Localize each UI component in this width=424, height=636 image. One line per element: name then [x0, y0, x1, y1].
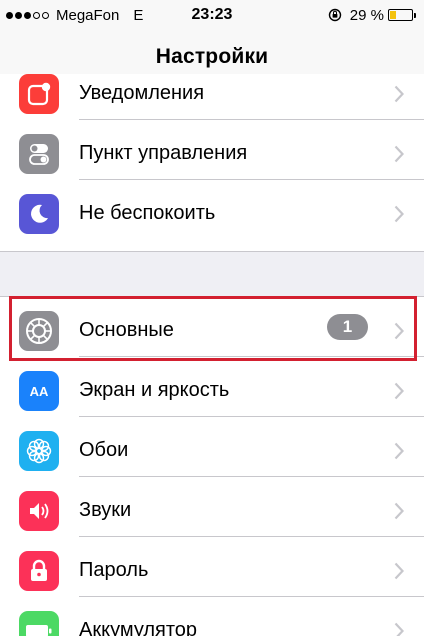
settings-row-label: Основные [79, 319, 174, 341]
chevron-right-icon [394, 622, 404, 636]
battery-icon [19, 611, 59, 636]
settings-row-passcode[interactable]: Пароль [0, 537, 424, 597]
battery-tip [414, 12, 416, 18]
notifications-icon [19, 74, 59, 114]
chevron-right-icon [394, 502, 404, 520]
display-brightness-glyph: AA [29, 383, 49, 399]
settings-row-label: Пункт управления [79, 142, 248, 164]
settings-row-label: Обои [79, 439, 129, 461]
rotation-lock-icon [328, 8, 341, 22]
status-bar: MegaFon E 23:23 29 % [0, 0, 424, 30]
settings-group-1: Уведомления Пункт управления Не беспокои… [0, 74, 424, 252]
chevron-right-icon [394, 382, 404, 400]
settings-row-label: Уведомления [79, 82, 205, 104]
chevron-right-icon [394, 85, 404, 103]
settings-row-do-not-disturb[interactable]: Не беспокоить [0, 180, 424, 240]
settings-row-control-center[interactable]: Пункт управления [0, 120, 424, 180]
settings-row-display-brightness[interactable]: AA Экран и яркость [0, 357, 424, 417]
settings-group-2: Основные 1 AA Экран и яркость Обои Звуки… [0, 296, 424, 636]
settings-row-sounds[interactable]: Звуки [0, 477, 424, 537]
wallpaper-icon [19, 431, 59, 471]
speaker-icon [19, 491, 59, 531]
chevron-right-icon [394, 205, 404, 223]
settings-row-label: Аккумулятор [79, 619, 198, 636]
page-title: Настройки [155, 44, 269, 68]
moon-icon [19, 194, 59, 234]
gear-icon [19, 311, 59, 351]
settings-row-label: Экран и яркость [79, 379, 230, 401]
control-center-icon [19, 134, 59, 174]
chevron-right-icon [394, 562, 404, 580]
update-count-badge: 1 [327, 314, 368, 340]
settings-row-general[interactable]: Основные 1 [0, 297, 424, 357]
battery-percent: 29 % [349, 6, 384, 24]
display-brightness-icon: AA [19, 371, 59, 411]
chevron-right-icon [394, 322, 404, 340]
chevron-right-icon [394, 145, 404, 163]
battery-icon [388, 9, 413, 21]
lock-icon [19, 551, 59, 591]
settings-row-notifications[interactable]: Уведомления [0, 74, 424, 120]
settings-row-label: Звуки [79, 499, 132, 521]
settings-row-label: Пароль [79, 559, 149, 581]
settings-row-wallpaper[interactable]: Обои [0, 417, 424, 477]
chevron-right-icon [394, 442, 404, 460]
settings-row-label: Не беспокоить [79, 202, 216, 224]
status-right: 29 % [328, 6, 416, 24]
settings-row-battery[interactable]: Аккумулятор [0, 597, 424, 636]
